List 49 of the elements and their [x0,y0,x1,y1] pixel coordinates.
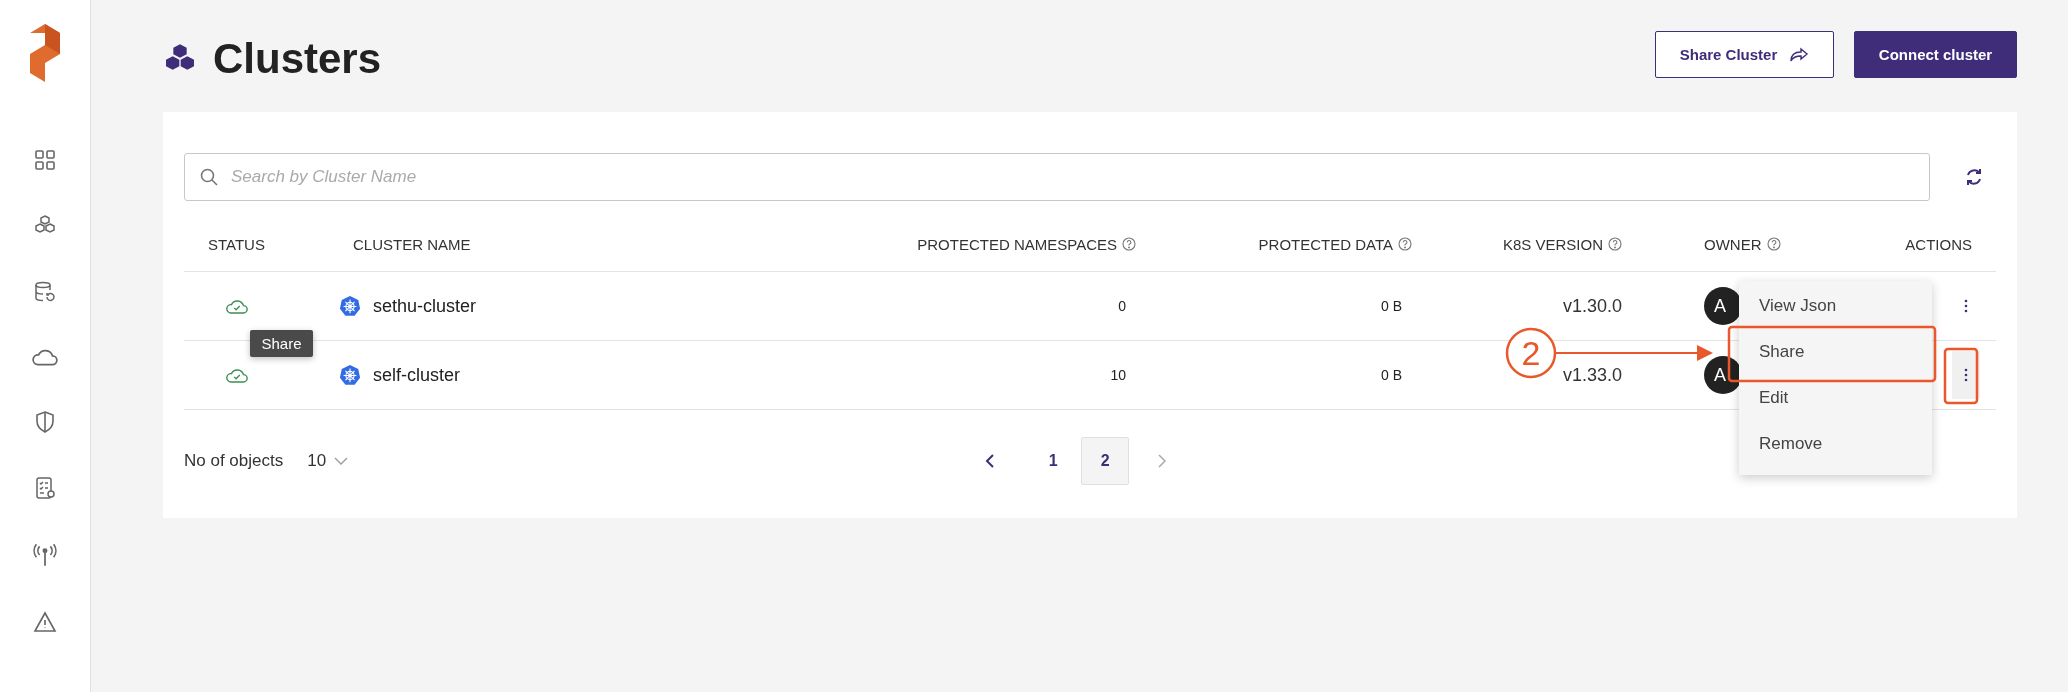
k8s-version: v1.33.0 [1562,364,1622,386]
owner-avatar: A [1704,356,1742,394]
more-icon [1964,367,1968,383]
column-header: ACTIONS [1905,235,1972,253]
search-field[interactable]: Search by Cluster Name [184,153,1930,201]
checklist-gear-icon[interactable] [33,476,57,500]
search-icon [199,167,219,187]
more-icon [1964,298,1968,314]
page-button[interactable]: 1 [1029,437,1078,485]
cluster-name: self-cluster [373,364,461,386]
refresh-icon[interactable] [1964,167,1984,187]
warning-icon[interactable] [33,610,57,634]
column-header: PROTECTED NAMESPACES [917,235,1117,253]
page-button[interactable]: 2 [1081,437,1130,485]
highlight-frame [1943,347,1979,405]
owner-avatar: A [1704,287,1742,325]
data-size: 0 B [1381,298,1402,314]
logo-icon [30,24,60,82]
share-button[interactable]: Share Cluster [1655,31,1834,78]
cluster-name: sethu-cluster [373,295,477,317]
chevron-down-icon [334,457,349,465]
column-header: STATUS [208,235,265,253]
kubernetes-icon [339,364,361,386]
column-header: CLUSTER NAME [353,235,471,253]
menu-item[interactable]: Remove [1739,421,1932,467]
antenna-icon[interactable] [32,542,58,568]
previous-page-icon[interactable] [985,453,996,469]
column-header: OWNER [1704,235,1762,253]
menu-item[interactable]: View Json [1739,283,1932,329]
tooltip: Share [250,330,313,357]
page-title: Clusters [213,35,382,83]
data-size: 0 B [1381,367,1402,383]
namespace-count: 10 [1110,367,1126,383]
grid-icon[interactable] [33,148,57,172]
shield-icon[interactable] [33,410,57,434]
column-header: PROTECTED DATA [1258,235,1393,253]
more-button[interactable] [1952,351,1980,399]
namespace-count: 0 [1118,298,1126,314]
menu-item[interactable]: Edit [1739,375,1932,421]
kubernetes-icon [339,295,361,317]
menu-item[interactable]: Share [1739,329,1932,375]
page-size-dropdown[interactable]: 10 [307,451,349,471]
step-badge: 2 [1505,327,1557,379]
share-arrow-icon [1789,46,1810,63]
column-header: K8S VERSION [1502,235,1603,253]
k8s-version: v1.30.0 [1562,295,1622,317]
database-restore-icon[interactable] [33,280,57,304]
objects-label: No of objects [184,451,284,471]
connect-button[interactable]: Connect cluster [1854,31,2017,78]
